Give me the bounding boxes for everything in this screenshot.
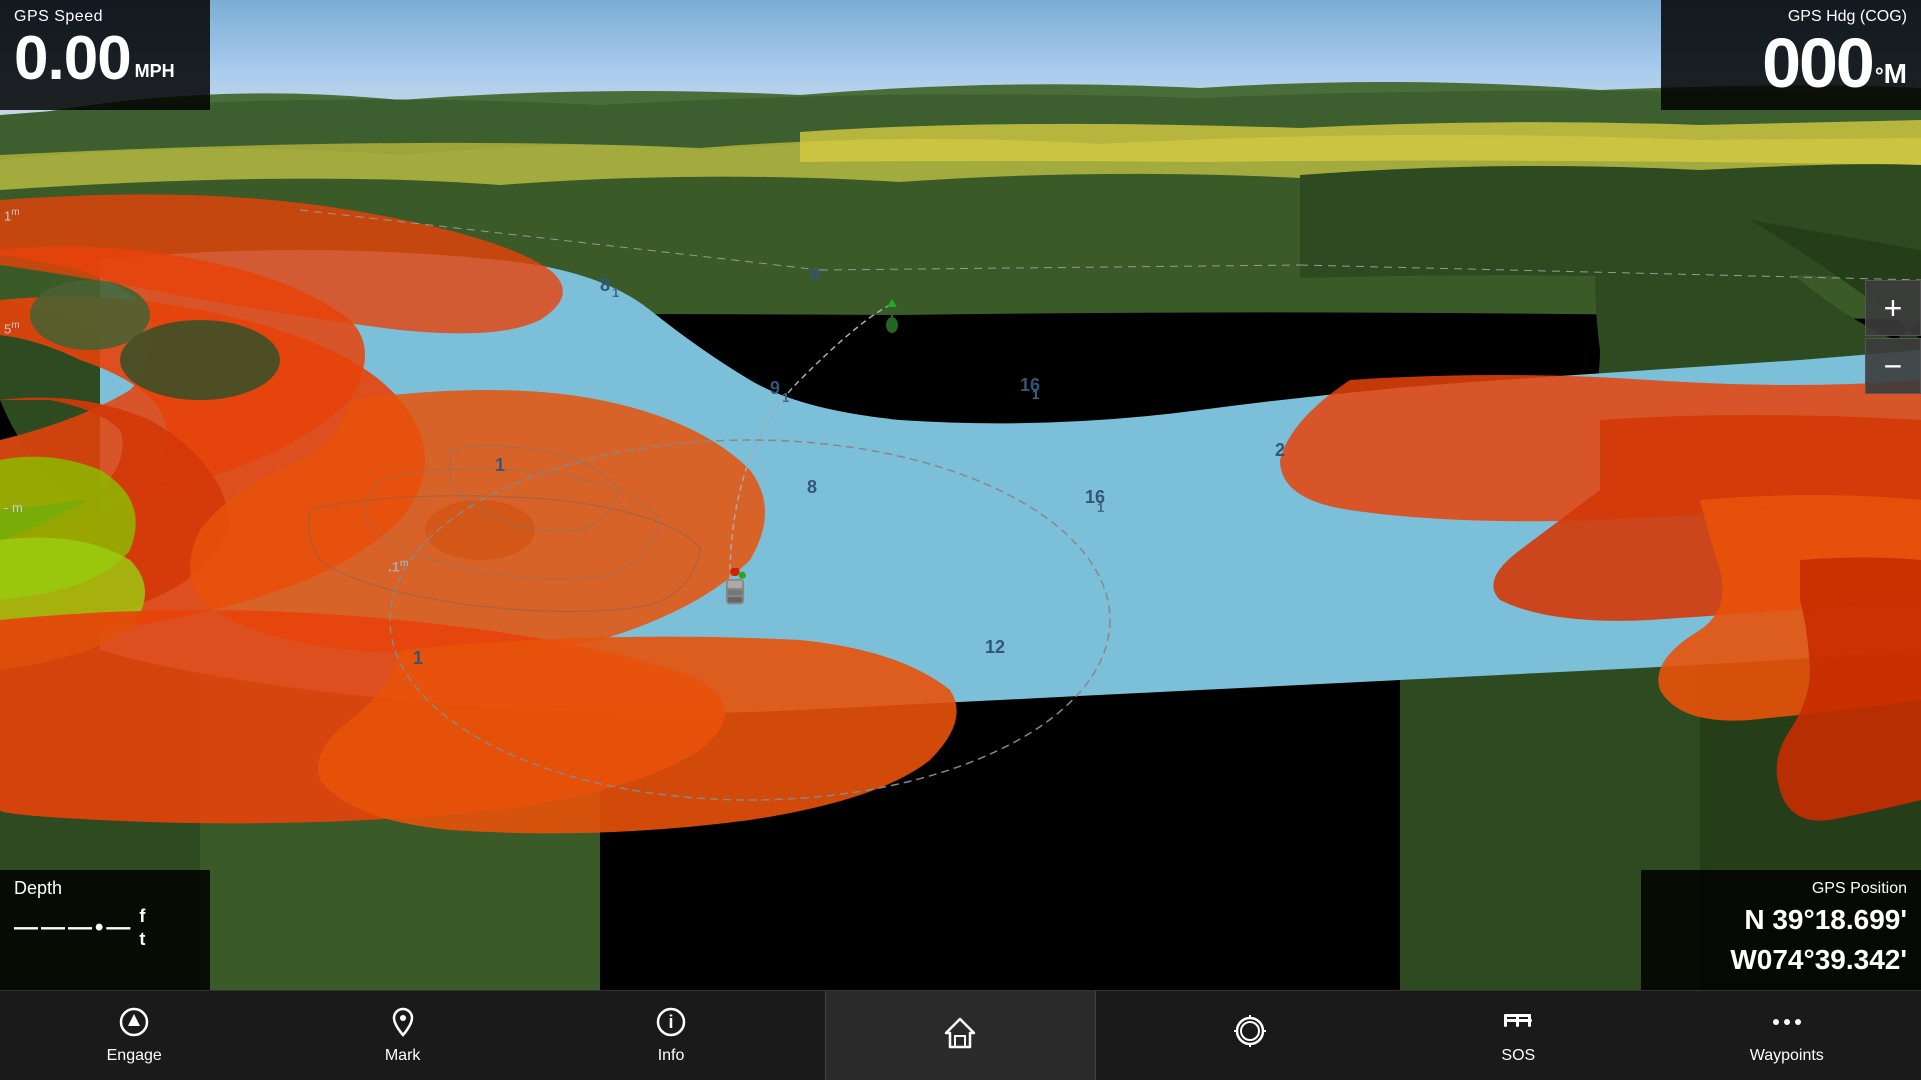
nav-options[interactable]: Waypoints xyxy=(1653,991,1921,1080)
depth-label-1: 1 xyxy=(495,455,505,476)
waypoints-icon xyxy=(1502,1006,1534,1043)
scale-1m: 1m xyxy=(4,207,20,223)
depth-label-9: 9 xyxy=(770,378,780,399)
depth-label-8: 8 xyxy=(600,275,610,296)
zoom-out-button[interactable]: − xyxy=(1865,338,1921,394)
depth-label-12: 12 xyxy=(985,637,1005,658)
gps-position-panel: GPS Position N 39°18.699' W074°39.342' xyxy=(1641,870,1921,990)
depth-panel: Depth ———•— f t xyxy=(0,870,210,990)
options-icon xyxy=(1771,1006,1803,1043)
scale-5m: 5m xyxy=(4,320,20,336)
depth-value: ———•— xyxy=(14,914,133,942)
map-area[interactable]: 8 1 8 9 1 16 1 8 16 1 12 1 1 2 .1m 1m 5m… xyxy=(0,0,1921,990)
nav-waypoints[interactable]: SOS xyxy=(1384,991,1652,1080)
nav-mark[interactable]: Mark xyxy=(268,991,536,1080)
depth-sublabel-1: 1 xyxy=(612,285,619,300)
depth-sublabel-1c: 1 xyxy=(1032,387,1039,402)
depth-unit: f t xyxy=(139,905,145,952)
home-icon xyxy=(942,1015,978,1056)
nav-engage[interactable]: Engage xyxy=(0,991,268,1080)
waypoints-label: SOS xyxy=(1501,1047,1535,1065)
depth-label-8c: 8 xyxy=(807,477,817,498)
app-container: 8 1 8 9 1 16 1 8 16 1 12 1 1 2 .1m 1m 5m… xyxy=(0,0,1921,1080)
sos-icon xyxy=(1234,1015,1266,1052)
depth-label-title: Depth xyxy=(14,878,196,899)
gps-position-label: GPS Position xyxy=(1655,880,1907,898)
channel-marker xyxy=(882,297,902,337)
engage-icon xyxy=(118,1006,150,1043)
gps-heading-panel: GPS Hdg (COG) 000 °M xyxy=(1661,0,1921,110)
engage-label: Engage xyxy=(107,1047,162,1065)
scale-dash-m: - m xyxy=(4,500,23,515)
nav-info[interactable]: i Info xyxy=(537,991,805,1080)
boat-icon xyxy=(715,568,755,618)
depth-sublabel-1b: 1 xyxy=(782,390,789,405)
gps-heading-unit: °M xyxy=(1875,60,1907,88)
info-label: Info xyxy=(658,1047,685,1065)
depth-label-8b: 8 xyxy=(810,265,820,286)
depth-sublabel-1d: 1 xyxy=(1097,500,1104,515)
zoom-controls: + − xyxy=(1865,280,1921,396)
mark-icon xyxy=(387,1006,419,1043)
nav-home[interactable] xyxy=(825,991,1095,1080)
map-svg xyxy=(0,0,1921,990)
bottom-nav: Engage Mark i Info xyxy=(0,990,1921,1080)
options-label: Waypoints xyxy=(1750,1047,1824,1065)
svg-text:i: i xyxy=(669,1012,674,1032)
gps-position-lat: N 39°18.699' xyxy=(1655,902,1907,938)
nav-sos[interactable] xyxy=(1116,991,1384,1080)
gps-speed-unit: MPH xyxy=(135,62,175,82)
mark-label: Mark xyxy=(385,1047,421,1065)
gps-position-lon: W074°39.342' xyxy=(1655,942,1907,978)
depth-label-1b: 1 xyxy=(413,648,423,669)
gps-heading-value: 000 xyxy=(1762,28,1873,98)
depth-label-2: 2 xyxy=(1275,440,1285,461)
zoom-in-button[interactable]: + xyxy=(1865,280,1921,336)
depth-decimal-1: .1m xyxy=(388,558,409,575)
gps-speed-panel: GPS Speed 0.00 MPH xyxy=(0,0,210,110)
gps-speed-value: 0.00 xyxy=(14,28,131,90)
info-icon: i xyxy=(655,1006,687,1043)
